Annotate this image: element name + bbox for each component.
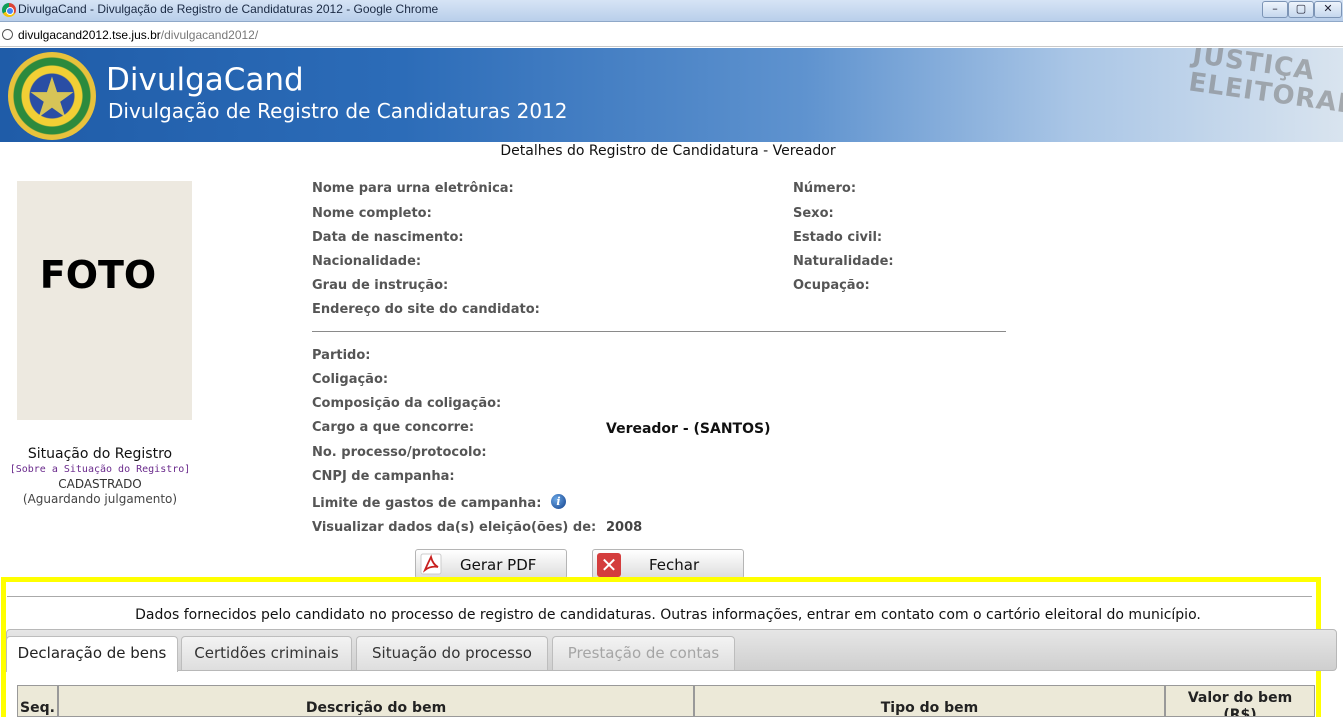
label-number: Número: [793, 181, 857, 196]
value-header-line-1: Valor do bem [1187, 690, 1293, 706]
label-view-election-data: Visualizar dados da(s) eleição(ões) de: [312, 520, 597, 535]
url-host: divulgacand2012.tse.jus.br [18, 28, 161, 42]
page-icon [2, 29, 13, 40]
close-button[interactable]: ✕ Fechar [592, 549, 744, 579]
label-marital-status: Estado civil: [793, 230, 883, 245]
site-banner: DivulgaCand Divulgação de Registro de Ca… [0, 48, 1343, 142]
label-cnpj: CNPJ de campanha: [312, 469, 455, 484]
column-header-seq[interactable]: Seq. [17, 685, 58, 717]
brazil-coat-of-arms-icon [8, 52, 96, 140]
column-header-value[interactable]: Valor do bem (R$) [1165, 685, 1315, 717]
window-title: DivulgaCand - Divulgação de Registro de … [18, 2, 439, 16]
registration-status: Situação do Registro [Sobre a Situação d… [0, 446, 200, 506]
label-sex: Sexo: [793, 206, 834, 221]
justica-eleitoral-watermark: JUSTIÇA ELEITORAL [1187, 48, 1343, 120]
label-nationality: Nacionalidade: [312, 254, 422, 269]
minimize-button[interactable]: – [1262, 1, 1288, 18]
label-birth-date: Data de nascimento: [312, 230, 464, 245]
generate-pdf-button[interactable]: Gerar PDF [415, 549, 567, 579]
column-header-description[interactable]: Descrição do bem [58, 685, 694, 717]
label-office: Cargo a que concorre: [312, 420, 475, 435]
page-title: Detalhes do Registro de Candidatura - Ve… [500, 143, 836, 159]
label-education: Grau de instrução: [312, 278, 449, 293]
info-icon[interactable]: i [551, 494, 566, 509]
tab-criminal-certificates[interactable]: Certidões criminais [181, 636, 352, 670]
data-source-notice: Dados fornecidos pelo candidato no proce… [135, 607, 1201, 623]
url-path: /divulgacand2012/ [160, 28, 259, 42]
candidate-photo-placeholder: FOTO [17, 181, 192, 420]
maximize-button[interactable]: ▢ [1288, 1, 1314, 18]
label-birthplace: Naturalidade: [793, 254, 894, 269]
tab-accounts: Prestação de contas [552, 636, 735, 670]
close-icon: ✕ [597, 553, 621, 577]
tab-asset-declaration[interactable]: Declaração de bens [6, 636, 178, 672]
tab-process-status[interactable]: Situação do processo [356, 636, 548, 670]
browser-titlebar: DivulgaCand - Divulgação de Registro de … [0, 0, 1343, 22]
chrome-icon [2, 3, 16, 17]
label-ballot-name: Nome para urna eletrônica: [312, 181, 514, 196]
url-text[interactable]: divulgacand2012.tse.jus.br/divulgacand20… [18, 28, 258, 42]
value-header-line-2: (R$) [1223, 707, 1257, 717]
label-party: Partido: [312, 348, 371, 363]
status-note: (Aguardando julgamento) [22, 492, 178, 506]
generate-pdf-label: Gerar PDF [460, 556, 537, 574]
label-coalition-composition: Composição da coligação: [312, 396, 502, 411]
label-full-name: Nome completo: [312, 206, 432, 221]
close-label: Fechar [649, 556, 700, 574]
address-bar[interactable]: divulgacand2012.tse.jus.br/divulgacand20… [0, 23, 1343, 47]
column-header-type[interactable]: Tipo do bem [694, 685, 1165, 717]
section-divider [312, 331, 1006, 332]
pdf-icon [420, 553, 442, 575]
status-title: Situação do Registro [27, 446, 173, 462]
app-subtitle: Divulgação de Registro de Candidaturas 2… [108, 99, 568, 123]
label-process-number: No. processo/protocolo: [312, 445, 487, 460]
app-name: DivulgaCand [106, 62, 304, 98]
election-year-link[interactable]: 2008 [606, 520, 642, 535]
label-occupation: Ocupação: [793, 278, 870, 293]
notice-divider [7, 596, 1312, 597]
label-site: Endereço do site do candidato: [312, 302, 540, 317]
status-value: CADASTRADO [58, 477, 142, 491]
status-info-link[interactable]: [Sobre a Situação do Registro] [0, 464, 200, 475]
close-window-button[interactable]: ✕ [1314, 1, 1342, 18]
label-spending-limit: Limite de gastos de campanha: [312, 496, 542, 511]
value-office: Vereador - (SANTOS) [606, 421, 771, 437]
photo-placeholder-text: FOTO [39, 253, 157, 297]
label-coalition: Coligação: [312, 372, 389, 387]
